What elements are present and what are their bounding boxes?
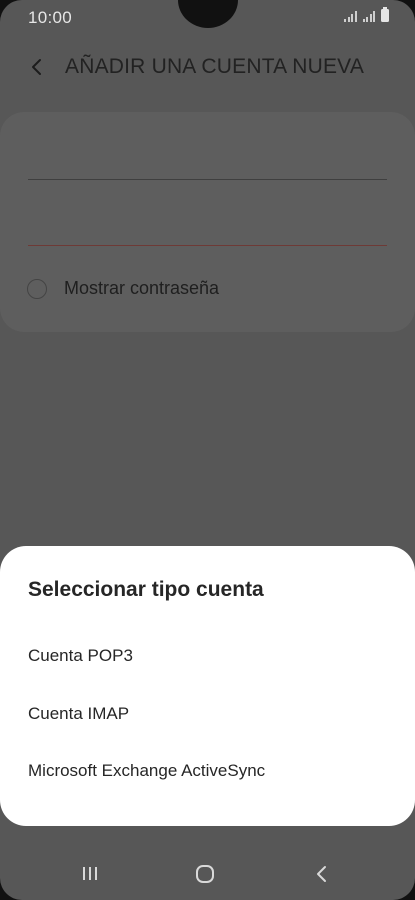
option-pop3[interactable]: Cuenta POP3 bbox=[28, 646, 133, 666]
app-header: AÑADIR UNA CUENTA NUEVA bbox=[0, 50, 415, 84]
sheet-title: Seleccionar tipo cuenta bbox=[28, 578, 264, 601]
email-field[interactable] bbox=[28, 179, 387, 180]
back-arrow-icon[interactable] bbox=[28, 58, 46, 76]
home-icon[interactable] bbox=[195, 864, 215, 884]
account-form: Mostrar contraseña bbox=[0, 112, 415, 332]
phone-screen: 10:00 AÑADIR UNA CUENTA NUEVA Mostrar co… bbox=[0, 0, 415, 900]
option-imap[interactable]: Cuenta IMAP bbox=[28, 704, 129, 724]
password-field[interactable] bbox=[28, 245, 387, 246]
show-password-toggle[interactable]: Mostrar contraseña bbox=[27, 278, 219, 299]
camera-notch bbox=[178, 0, 238, 28]
status-icons bbox=[344, 7, 389, 22]
status-time: 10:00 bbox=[28, 8, 73, 27]
navigation-bar bbox=[0, 850, 415, 900]
option-exchange-activesync[interactable]: Microsoft Exchange ActiveSync bbox=[28, 761, 265, 781]
page-title: AÑADIR UNA CUENTA NUEVA bbox=[65, 55, 365, 78]
signal-icon bbox=[344, 9, 357, 22]
back-icon[interactable] bbox=[313, 864, 329, 884]
show-password-radio[interactable] bbox=[27, 278, 47, 299]
account-type-sheet: Seleccionar tipo cuenta Cuenta POP3 Cuen… bbox=[0, 546, 415, 826]
signal-icon-2 bbox=[362, 9, 375, 22]
recent-apps-icon[interactable] bbox=[81, 866, 99, 881]
status-bar: 10:00 bbox=[0, 0, 415, 34]
show-password-label: Mostrar contraseña bbox=[64, 278, 220, 298]
battery-icon bbox=[381, 7, 389, 22]
